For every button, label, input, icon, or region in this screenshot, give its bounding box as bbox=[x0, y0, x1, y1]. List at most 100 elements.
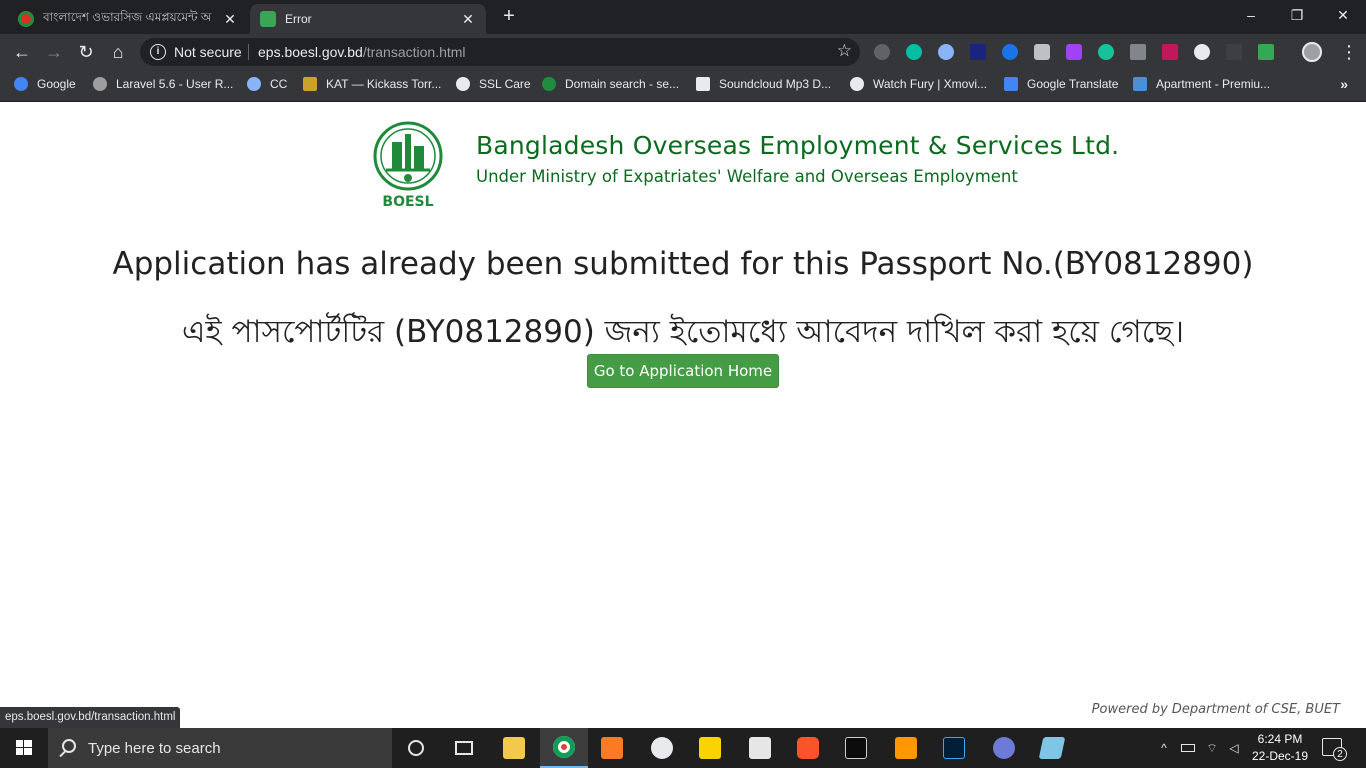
menu-kebab-icon[interactable]: ⋮ bbox=[1340, 40, 1358, 64]
cortana-button[interactable] bbox=[392, 728, 440, 768]
kat-icon bbox=[303, 77, 317, 91]
close-window-button[interactable]: ✕ bbox=[1320, 0, 1366, 30]
recycle-extension-icon[interactable] bbox=[874, 44, 890, 60]
wifi-icon[interactable]: ⌔ bbox=[1202, 728, 1222, 768]
tab-boesl-home[interactable]: বাংলাদেশ ওভারসিজ এমপ্লয়মেন্ট অ ✕ bbox=[8, 4, 248, 34]
taskbar-brave[interactable] bbox=[784, 728, 832, 768]
speaker-icon bbox=[696, 77, 710, 91]
bookmark-label: Watch Fury | Xmovi... bbox=[873, 77, 988, 91]
show-hidden-icons-button[interactable]: ^ bbox=[1154, 728, 1174, 768]
k-extension-icon[interactable] bbox=[1162, 44, 1178, 60]
chrome-icon bbox=[553, 736, 575, 758]
bookmarks-bar: Google Laravel 5.6 - User R... CC KAT — … bbox=[0, 70, 1366, 102]
bookmark-label: Soundcloud Mp3 D... bbox=[719, 77, 832, 91]
bookmark-star-icon[interactable]: ☆ bbox=[837, 41, 852, 61]
tab-title: Error bbox=[285, 12, 312, 26]
cc-icon bbox=[247, 77, 261, 91]
browser-titlebar: বাংলাদেশ ওভারসিজ এমপ্লয়মেন্ট অ ✕ Error … bbox=[0, 0, 1366, 34]
circle-extension-icon[interactable] bbox=[938, 44, 954, 60]
search-placeholder: Type here to search bbox=[88, 740, 221, 757]
bookmark-label: Google Translate bbox=[1027, 77, 1119, 91]
laravel-icon bbox=[93, 77, 107, 91]
clock-date: 22-Dec-19 bbox=[1251, 749, 1309, 763]
m-extension-icon[interactable] bbox=[906, 44, 922, 60]
taskbar-calculator[interactable] bbox=[736, 728, 784, 768]
bookmark-cc[interactable]: CC bbox=[247, 77, 287, 91]
forward-button[interactable]: → bbox=[42, 40, 66, 64]
house-icon bbox=[1133, 77, 1147, 91]
bookmark-domain-search[interactable]: Domain search - se... bbox=[542, 77, 679, 91]
info-icon[interactable]: i bbox=[150, 44, 166, 60]
bookmark-label: Laravel 5.6 - User R... bbox=[116, 77, 234, 91]
bookmark-kat[interactable]: KAT — Kickass Torr... bbox=[303, 77, 441, 91]
taskbar-file-explorer[interactable] bbox=[490, 728, 538, 768]
boesl-logo: BOESL bbox=[372, 120, 444, 210]
taskbar-xampp[interactable] bbox=[588, 728, 636, 768]
error-message-english: Application has already been submitted f… bbox=[112, 246, 1254, 282]
search-icon bbox=[62, 739, 76, 753]
grammarly-extension-icon[interactable] bbox=[1098, 44, 1114, 60]
bookmark-label: Domain search - se... bbox=[565, 77, 680, 91]
bookmark-laravel[interactable]: Laravel 5.6 - User R... bbox=[93, 77, 233, 91]
photoshop-icon bbox=[943, 737, 965, 759]
page-content: BOESL Bangladesh Overseas Employment & S… bbox=[0, 103, 1366, 728]
sticky-note-icon bbox=[699, 737, 721, 759]
maximize-button[interactable]: ❐ bbox=[1274, 0, 1320, 30]
task-view-button[interactable] bbox=[440, 728, 488, 768]
bookmark-label: KAT — Kickass Torr... bbox=[326, 77, 442, 91]
battery-icon[interactable] bbox=[1178, 728, 1198, 768]
mail-extension-icon[interactable] bbox=[1258, 44, 1274, 60]
terminal-icon bbox=[845, 737, 867, 759]
bookmark-google[interactable]: Google bbox=[14, 77, 76, 91]
check-icon bbox=[542, 77, 556, 91]
bookmark-watch-fury[interactable]: Watch Fury | Xmovi... bbox=[850, 77, 987, 91]
taskbar-terminal[interactable] bbox=[832, 728, 880, 768]
tick-extension-icon[interactable] bbox=[1226, 44, 1242, 60]
bookmark-soundcloud[interactable]: Soundcloud Mp3 D... bbox=[696, 77, 831, 91]
clock-time: 6:24 PM bbox=[1257, 732, 1303, 746]
organization-subtitle: Under Ministry of Expatriates' Welfare a… bbox=[476, 167, 1018, 186]
bookmark-ssl-care[interactable]: SSL Care bbox=[456, 77, 531, 91]
bookmark-label: Apartment - Premiu... bbox=[1156, 77, 1271, 91]
bookmark-apartment[interactable]: Apartment - Premiu... bbox=[1133, 77, 1270, 91]
bookmark-label: CC bbox=[270, 77, 288, 91]
check-extension-icon[interactable] bbox=[1002, 44, 1018, 60]
xampp-icon bbox=[601, 737, 623, 759]
taskbar-search-box[interactable]: Type here to search bbox=[48, 728, 392, 768]
code-extension-icon[interactable] bbox=[1130, 44, 1146, 60]
volume-icon[interactable]: ◁ bbox=[1224, 728, 1244, 768]
tab-error[interactable]: Error ✕ bbox=[250, 4, 486, 34]
error-message-bangla: এই পাসপোর্টটির (BY0812890) জন্য ইতোমধ্যে… bbox=[181, 314, 1185, 350]
taskbar-clock[interactable]: 6:24 PM 22-Dec-19 bbox=[1248, 731, 1312, 765]
security-label[interactable]: Not secure bbox=[174, 44, 242, 60]
translate-icon bbox=[1004, 77, 1018, 91]
go-to-application-home-button[interactable]: Go to Application Home bbox=[587, 354, 779, 388]
taskbar-paint[interactable] bbox=[638, 728, 686, 768]
url-text[interactable]: eps.boesl.gov.bd/transaction.html bbox=[258, 44, 466, 60]
back-button[interactable]: ← bbox=[10, 40, 34, 64]
bookmarks-overflow-button[interactable]: » bbox=[1340, 76, 1348, 92]
minimize-button[interactable]: – bbox=[1228, 0, 1274, 30]
taskbar-notepad[interactable] bbox=[1028, 728, 1076, 768]
start-button[interactable] bbox=[0, 728, 48, 768]
taskbar-chrome[interactable] bbox=[540, 728, 588, 768]
taskbar-sticky-notes[interactable] bbox=[686, 728, 734, 768]
new-tab-button[interactable]: + bbox=[498, 5, 520, 29]
bangladesh-favicon-icon bbox=[18, 11, 34, 27]
camera-extension-icon[interactable] bbox=[1034, 44, 1050, 60]
profile-avatar[interactable] bbox=[1302, 42, 1322, 62]
color-extension-icon[interactable] bbox=[1066, 44, 1082, 60]
taskbar-photoshop[interactable] bbox=[930, 728, 978, 768]
taskbar-sublime-text[interactable] bbox=[882, 728, 930, 768]
close-tab-icon[interactable]: ✕ bbox=[222, 11, 238, 28]
calculator-icon bbox=[749, 737, 771, 759]
address-bar[interactable]: i Not secure eps.boesl.gov.bd/transactio… bbox=[140, 38, 860, 66]
bookmark-google-translate[interactable]: Google Translate bbox=[1004, 77, 1118, 91]
close-tab-icon[interactable]: ✕ bbox=[460, 11, 476, 28]
box-extension-icon[interactable] bbox=[970, 44, 986, 60]
taskbar-bittorrent[interactable] bbox=[980, 728, 1028, 768]
home-button[interactable]: ⌂ bbox=[106, 40, 130, 64]
play-extension-icon[interactable] bbox=[1194, 44, 1210, 60]
boesl-emblem-icon: BOESL bbox=[373, 121, 443, 210]
reload-button[interactable]: ↻ bbox=[74, 40, 98, 64]
